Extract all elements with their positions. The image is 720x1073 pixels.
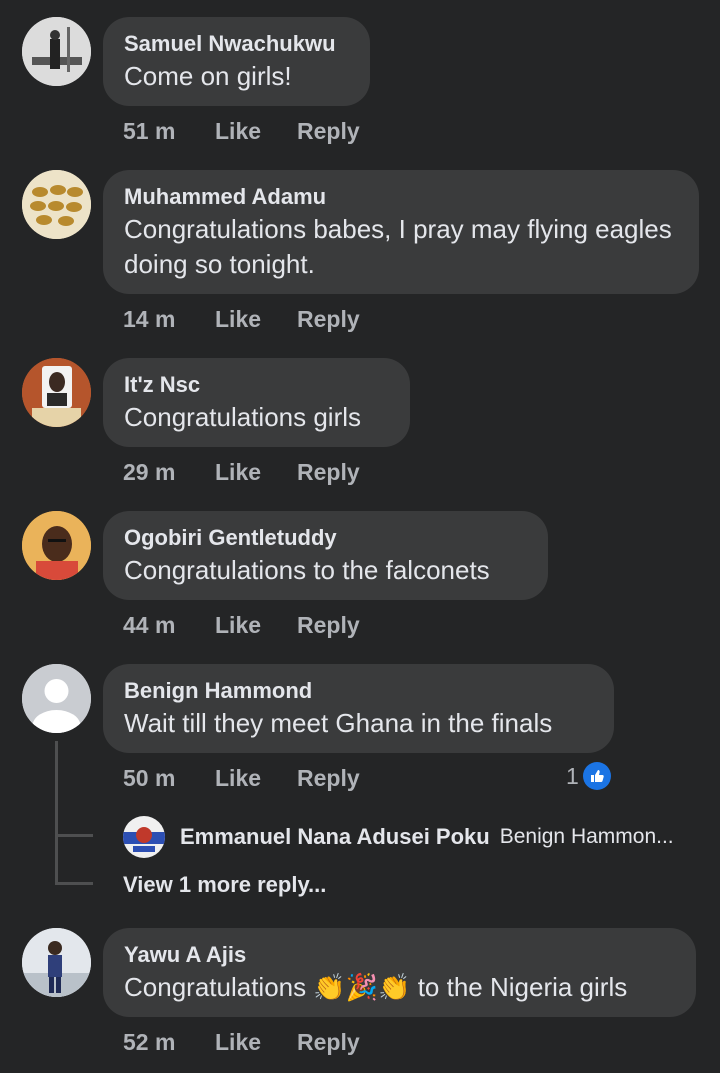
like-button[interactable]: Like <box>215 118 297 145</box>
comment-text: Congratulations to the falconets <box>124 555 490 585</box>
reply-button[interactable]: Reply <box>297 765 360 792</box>
comment-text-part: Congratulations <box>124 972 314 1002</box>
reply-button[interactable]: Reply <box>297 1029 360 1056</box>
thread-branch <box>55 834 93 837</box>
comment-time[interactable]: 50 m <box>123 765 215 792</box>
reply-snippet: Benign Hammon... <box>499 825 674 848</box>
reply-button[interactable]: Reply <box>297 306 360 333</box>
comment-text: Come on girls! <box>124 61 292 91</box>
like-button[interactable]: Like <box>215 1029 297 1056</box>
reply-button[interactable]: Reply <box>297 118 360 145</box>
emoji-clap-party-icon: 👏🎉👏 <box>313 972 411 1002</box>
like-button[interactable]: Like <box>215 765 297 792</box>
like-button[interactable]: Like <box>215 306 297 333</box>
comment-time[interactable]: 52 m <box>123 1029 215 1056</box>
comment-text: Congratulations girls <box>124 402 362 432</box>
reply-button[interactable]: Reply <box>297 459 360 486</box>
avatar[interactable] <box>123 816 165 858</box>
comment-bubble: Ogobiri Gentletuddy Congratulations to t… <box>103 511 548 600</box>
comment-actions: 29 m Like Reply <box>123 459 360 486</box>
comment-time[interactable]: 14 m <box>123 306 215 333</box>
reply-preview[interactable]: Emmanuel Nana Adusei Poku Benign Hammon.… <box>123 816 674 858</box>
like-button[interactable]: Like <box>215 612 297 639</box>
comment-bubble: Muhammed Adamu Congratulations babes, I … <box>103 170 699 294</box>
thread-connector <box>55 741 58 884</box>
reaction-summary[interactable]: 1 <box>566 762 611 790</box>
comment-actions: 51 m Like Reply <box>123 118 360 145</box>
reaction-count: 1 <box>566 762 579 789</box>
comment-time[interactable]: 29 m <box>123 459 215 486</box>
avatar[interactable] <box>22 928 91 997</box>
view-more-replies-link[interactable]: View 1 more reply... <box>123 872 326 898</box>
comment-time[interactable]: 44 m <box>123 612 215 639</box>
thread-branch <box>55 882 93 885</box>
avatar[interactable] <box>22 17 91 86</box>
thumbs-up-icon <box>582 762 611 790</box>
comment-time[interactable]: 51 m <box>123 118 215 145</box>
comment-actions: 14 m Like Reply <box>123 306 360 333</box>
comment-text: Wait till they meet Ghana in the finals <box>124 708 553 738</box>
commenter-name[interactable]: Benign Hammond <box>124 676 592 706</box>
avatar[interactable] <box>22 664 91 733</box>
comment-bubble: Samuel Nwachukwu Come on girls! <box>103 17 370 106</box>
avatar[interactable] <box>22 511 91 580</box>
comment-actions: 50 m Like Reply <box>123 765 360 792</box>
commenter-name[interactable]: Muhammed Adamu <box>124 182 677 212</box>
avatar[interactable] <box>22 358 91 427</box>
commenter-name[interactable]: It'z Nsc <box>124 370 388 400</box>
reply-author-name[interactable]: Emmanuel Nana Adusei Poku <box>180 824 490 850</box>
like-button[interactable]: Like <box>215 459 297 486</box>
avatar[interactable] <box>22 170 91 239</box>
commenter-name[interactable]: Ogobiri Gentletuddy <box>124 523 526 553</box>
comment-text: Congratulations babes, I pray may flying… <box>124 214 672 279</box>
comment-actions: 52 m Like Reply <box>123 1029 360 1056</box>
comment-actions: 44 m Like Reply <box>123 612 360 639</box>
comment-text: Congratulations 👏🎉👏 to the Nigeria girls <box>124 970 674 1005</box>
comment-text-part: to the Nigeria girls <box>410 972 628 1002</box>
comment-bubble: Benign Hammond Wait till they meet Ghana… <box>103 664 614 753</box>
comment-bubble: It'z Nsc Congratulations girls <box>103 358 410 447</box>
reply-button[interactable]: Reply <box>297 612 360 639</box>
commenter-name[interactable]: Samuel Nwachukwu <box>124 29 348 59</box>
commenter-name[interactable]: Yawu A Ajis <box>124 940 674 970</box>
comment-bubble: Yawu A Ajis Congratulations 👏🎉👏 to the N… <box>103 928 696 1017</box>
